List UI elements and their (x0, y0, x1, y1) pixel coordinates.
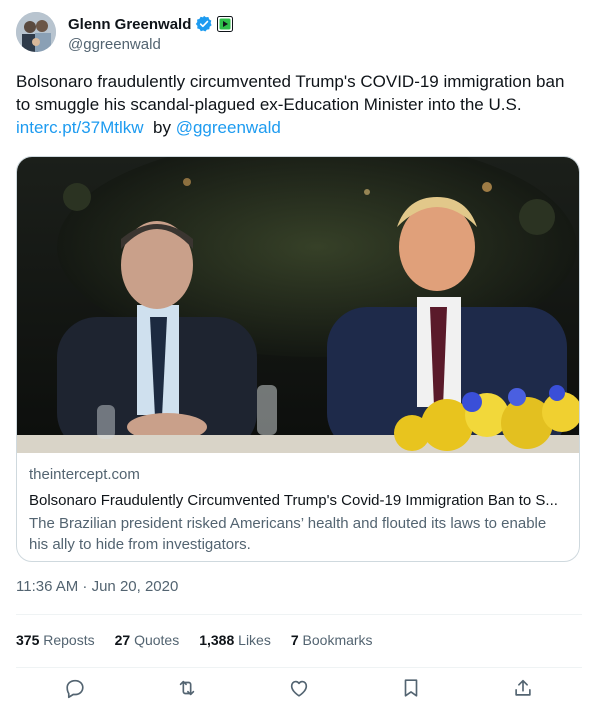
tweet-actions (0, 677, 598, 705)
tweet-text: Bolsonaro fraudulently circumvented Trum… (16, 70, 586, 139)
bookmarks-label: Bookmarks (302, 632, 373, 648)
tweet-text-line-2: to smuggle his scandal-plagued ex-Educat… (16, 95, 522, 114)
tweet-text-line-3: interc.pt/37Mtlkw by @ggreenwald (16, 116, 586, 139)
likes-count: 1,388 (199, 632, 235, 648)
avatar[interactable] (16, 12, 56, 52)
card-description: The Brazilian president risked Americans… (29, 513, 569, 555)
card-description-line-2: his ally to hide from investigators. (29, 536, 251, 553)
mention-link[interactable]: @ggreenwald (176, 118, 281, 137)
quotes-stat[interactable]: 27 Quotes (115, 632, 180, 648)
repost-icon[interactable] (176, 677, 198, 699)
divider (16, 614, 582, 615)
reposts-stat[interactable]: 375 Reposts (16, 632, 95, 648)
card-domain: theintercept.com (29, 466, 140, 483)
author-names: Glenn Greenwald @ggreenwald (68, 14, 234, 53)
divider (16, 667, 582, 668)
tweet-timestamp[interactable]: 11:36 AM · Jun 20, 2020 (16, 578, 178, 595)
tweet-text-line-1: Bolsonaro fraudulently circumvented Trum… (16, 72, 565, 91)
share-icon[interactable] (512, 677, 534, 699)
quotes-label: Quotes (134, 632, 180, 648)
quotes-count: 27 (114, 632, 131, 648)
card-body: theintercept.com Bolsonaro Fraudulently … (29, 465, 569, 555)
likes-label: Likes (238, 632, 271, 648)
bookmarks-count: 7 (290, 632, 299, 648)
author-handle[interactable]: @ggreenwald (68, 36, 233, 53)
reposts-label: Reposts (43, 632, 95, 648)
rumble-play-icon[interactable] (217, 16, 234, 32)
tweet-header: Glenn Greenwald @ggreenwald (16, 12, 582, 56)
tweet-link[interactable]: interc.pt/37Mtlkw (16, 118, 144, 137)
reply-icon[interactable] (64, 677, 86, 699)
link-card[interactable]: theintercept.com Bolsonaro Fraudulently … (16, 156, 580, 562)
likes-stat[interactable]: 1,388 Likes (199, 632, 271, 648)
card-title[interactable]: Bolsonaro Fraudulently Circumvented Trum… (29, 491, 569, 511)
verified-badge-icon (195, 15, 213, 33)
like-icon[interactable] (288, 677, 310, 699)
bookmark-icon[interactable] (400, 677, 422, 699)
card-description-line-1: The Brazilian president risked Americans… (29, 515, 547, 532)
card-image[interactable] (17, 157, 579, 453)
tweet-stats: 375 Reposts 27 Quotes 1,388 Likes 7 Book… (16, 632, 393, 648)
reposts-count: 375 (16, 632, 40, 648)
author-display-name[interactable]: Glenn Greenwald (68, 16, 191, 33)
bookmarks-stat[interactable]: 7 Bookmarks (291, 632, 373, 648)
by-text: by (153, 118, 171, 137)
